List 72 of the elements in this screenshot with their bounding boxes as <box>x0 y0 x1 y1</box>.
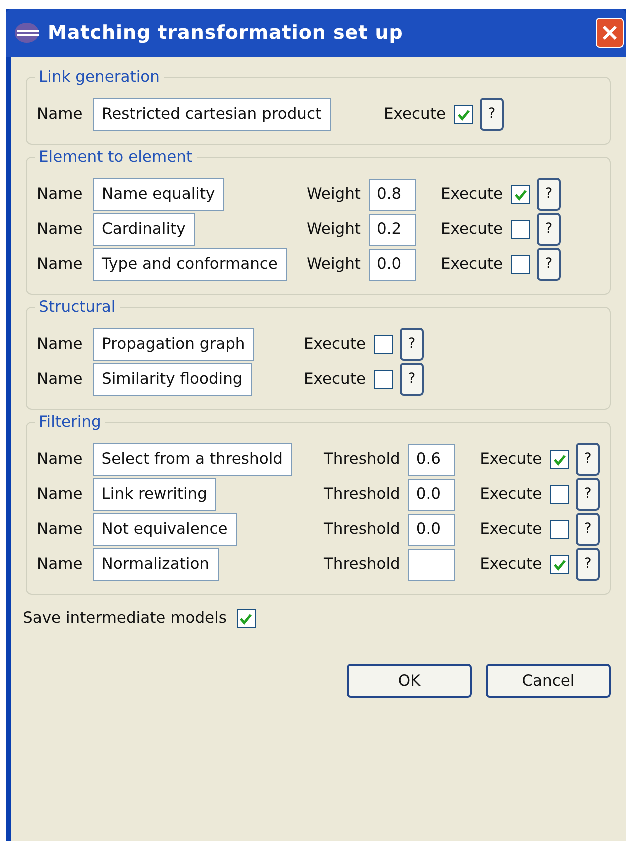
name-label: Name <box>37 448 84 470</box>
name-label: Name <box>37 334 84 355</box>
name-field[interactable]: Link rewriting <box>92 478 216 512</box>
name-field[interactable]: Restricted cartesian product <box>93 98 331 132</box>
checkbox[interactable] <box>374 335 393 354</box>
param-label: Threshold <box>324 554 400 575</box>
execute-label: Execute <box>384 104 446 125</box>
param-field[interactable]: 0.0 <box>369 248 416 280</box>
name-field[interactable]: Cardinality <box>93 212 195 246</box>
name-label: Name <box>37 554 84 575</box>
param-label: Threshold <box>324 518 400 540</box>
execute-label: Execute <box>480 448 542 470</box>
execute-label: Execute <box>441 184 504 205</box>
name-label: Name <box>37 218 84 240</box>
execute-label: Execute <box>304 368 366 390</box>
param-field[interactable]: 0.0 <box>408 478 456 510</box>
name-label: Name <box>37 368 84 390</box>
help-button[interactable]: ? <box>400 363 424 396</box>
checkbox[interactable] <box>454 105 473 124</box>
help-button[interactable]: ? <box>480 98 504 131</box>
checkbox[interactable] <box>550 520 570 539</box>
param-label: Threshold <box>324 484 400 505</box>
name-label: Name <box>37 104 84 125</box>
name-field[interactable]: Similarity flooding <box>93 362 252 396</box>
checkbox[interactable] <box>374 370 393 389</box>
execute-label: Execute <box>480 518 542 540</box>
checkbox[interactable] <box>236 609 256 628</box>
name-field[interactable]: Select from a threshold <box>92 442 292 476</box>
name-field[interactable]: Propagation graph <box>93 328 254 362</box>
window-title: Matching transformation set up <box>48 20 404 46</box>
param-label: Weight <box>307 184 362 205</box>
execute-label: Execute <box>480 554 542 575</box>
checkbox[interactable] <box>511 220 530 239</box>
name-label: Name <box>37 484 84 505</box>
name-field[interactable]: Type and conformance <box>93 248 287 282</box>
execute-label: Execute <box>480 484 542 505</box>
execute-label: Execute <box>441 254 504 275</box>
help-button[interactable]: ? <box>537 178 562 211</box>
name-label: Name <box>37 184 84 205</box>
name-field[interactable]: Not equivalence <box>92 512 237 546</box>
help-button[interactable]: ? <box>576 548 600 581</box>
checkbox[interactable] <box>550 450 570 469</box>
name-label: Name <box>37 518 84 540</box>
checkbox[interactable] <box>511 255 530 274</box>
param-field[interactable]: 0.6 <box>408 444 456 476</box>
name-label: Name <box>37 254 84 275</box>
execute-label: Execute <box>304 334 366 355</box>
param-field[interactable]: 0.0 <box>408 514 456 546</box>
save-label: Save intermediate models <box>23 608 227 629</box>
param-field[interactable] <box>408 548 456 580</box>
param-label: Weight <box>307 254 362 275</box>
name-field[interactable]: Name equality <box>93 178 224 212</box>
name-field[interactable]: Normalization <box>92 548 219 582</box>
param-label: Weight <box>307 218 362 240</box>
dialog-button[interactable]: OK <box>347 664 472 698</box>
close-icon <box>602 25 618 41</box>
param-field[interactable]: 0.8 <box>369 178 416 210</box>
help-button[interactable]: ? <box>576 443 600 476</box>
help-button[interactable]: ? <box>576 513 600 546</box>
checkbox[interactable] <box>550 485 570 504</box>
app-icon <box>14 22 40 44</box>
help-button[interactable]: ? <box>400 328 424 361</box>
help-button[interactable]: ? <box>537 248 562 281</box>
param-label: Threshold <box>324 448 400 470</box>
help-button[interactable]: ? <box>537 213 562 246</box>
help-button[interactable]: ? <box>576 478 600 511</box>
checkbox[interactable] <box>550 555 570 574</box>
close-button[interactable] <box>596 18 624 48</box>
execute-label: Execute <box>441 218 504 240</box>
checkbox[interactable] <box>511 185 530 204</box>
dialog-button[interactable]: Cancel <box>486 664 611 698</box>
param-field[interactable]: 0.2 <box>369 214 416 246</box>
